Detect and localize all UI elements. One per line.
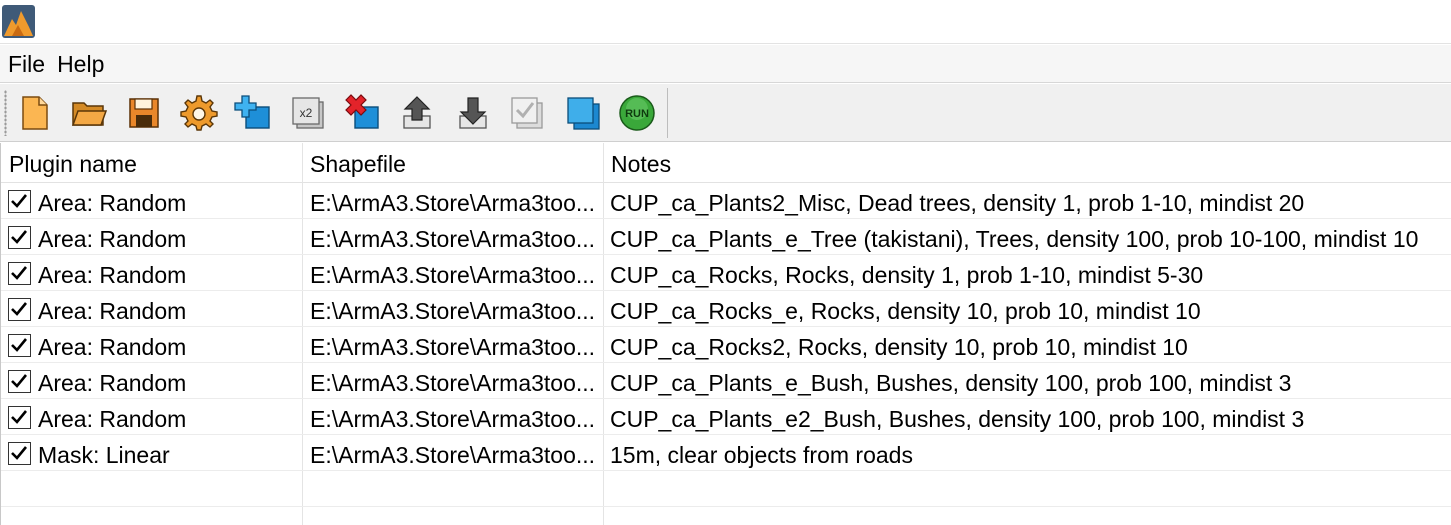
- layers-button[interactable]: [564, 94, 602, 132]
- table-row[interactable]: Area: Random E:\ArmA3.Store\Arma3too... CU…: [1, 363, 1451, 399]
- title-bar: [0, 0, 1451, 44]
- duplicate-x2-icon: x2: [292, 97, 324, 129]
- checkmark-icon: [11, 194, 28, 208]
- cell-shapefile[interactable]: E:\ArmA3.Store\Arma3too...: [310, 327, 600, 363]
- table-row[interactable]: Area: Random E:\ArmA3.Store\Arma3too... CU…: [1, 219, 1451, 255]
- settings-button[interactable]: [180, 94, 218, 132]
- menu-help[interactable]: Help: [49, 45, 108, 83]
- move-down-button[interactable]: [454, 94, 492, 132]
- row-checkbox[interactable]: [8, 370, 31, 393]
- toolbar-separator: [667, 88, 668, 138]
- checkmark-icon: [11, 446, 28, 460]
- cell-shapefile[interactable]: E:\ArmA3.Store\Arma3too...: [310, 183, 600, 219]
- cell-shapefile[interactable]: E:\ArmA3.Store\Arma3too...: [310, 435, 600, 471]
- cell-plugin-name[interactable]: Area: Random: [38, 327, 300, 363]
- cell-notes[interactable]: CUP_ca_Rocks, Rocks, density 1, prob 1-1…: [610, 255, 1450, 291]
- cell-shapefile[interactable]: E:\ArmA3.Store\Arma3too...: [310, 363, 600, 399]
- column-header-notes[interactable]: Notes: [603, 143, 1451, 181]
- move-up-icon: [403, 96, 431, 129]
- table-row[interactable]: Area: Random E:\ArmA3.Store\Arma3too... CU…: [1, 327, 1451, 363]
- checkmark-icon: [11, 266, 28, 280]
- move-down-icon: [459, 97, 487, 129]
- row-checkbox[interactable]: [8, 226, 31, 249]
- plugin-table: Plugin name Shapefile Notes Area: Random…: [0, 143, 1451, 525]
- cell-notes[interactable]: CUP_ca_Plants_e2_Bush, Bushes, density 1…: [610, 399, 1450, 435]
- cell-shapefile[interactable]: E:\ArmA3.Store\Arma3too...: [310, 255, 600, 291]
- cell-plugin-name[interactable]: Area: Random: [38, 183, 300, 219]
- checkmark-icon: [11, 410, 28, 424]
- svg-text:RUN: RUN: [625, 108, 649, 120]
- cell-plugin-name[interactable]: Mask: Linear: [38, 435, 300, 471]
- checked-stack-icon: [511, 97, 543, 129]
- run-button[interactable]: RUN: [618, 94, 656, 132]
- cell-notes[interactable]: CUP_ca_Rocks_e, Rocks, density 10, prob …: [610, 291, 1450, 327]
- table-row[interactable]: Area: Random E:\ArmA3.Store\Arma3too... CU…: [1, 399, 1451, 435]
- column-header-plugin[interactable]: Plugin name: [1, 143, 302, 181]
- row-checkbox[interactable]: [8, 262, 31, 285]
- table-row[interactable]: Area: Random E:\ArmA3.Store\Arma3too... CU…: [1, 255, 1451, 291]
- app-logo-icon: [2, 5, 35, 38]
- checkmark-icon: [11, 302, 28, 316]
- add-icon: [234, 95, 270, 129]
- row-checkbox[interactable]: [8, 190, 31, 213]
- cell-plugin-name[interactable]: Area: Random: [38, 363, 300, 399]
- gear-icon: [180, 95, 218, 131]
- column-header-shapefile[interactable]: Shapefile: [302, 143, 603, 181]
- cell-notes[interactable]: CUP_ca_Plants2_Misc, Dead trees, density…: [610, 183, 1450, 219]
- cell-plugin-name[interactable]: Area: Random: [38, 255, 300, 291]
- table-row[interactable]: Area: Random E:\ArmA3.Store\Arma3too... CU…: [1, 183, 1451, 219]
- new-button[interactable]: [16, 94, 54, 132]
- row-checkbox[interactable]: [8, 442, 31, 465]
- remove-button[interactable]: [343, 94, 381, 132]
- open-folder-icon: [71, 102, 108, 126]
- cell-notes[interactable]: CUP_ca_Rocks2, Rocks, density 10, prob 1…: [610, 327, 1450, 363]
- menu-bar: File Help: [0, 45, 1451, 83]
- save-icon: [129, 98, 159, 128]
- cell-notes[interactable]: CUP_ca_Plants_e_Tree (takistani), Trees,…: [610, 219, 1450, 255]
- run-icon: RUN: [619, 95, 655, 131]
- cell-shapefile[interactable]: E:\ArmA3.Store\Arma3too...: [310, 399, 600, 435]
- svg-text:x2: x2: [300, 106, 313, 120]
- move-up-button[interactable]: [398, 94, 436, 132]
- empty-row: [1, 471, 1451, 507]
- layers-icon: [567, 97, 600, 130]
- save-button[interactable]: [125, 94, 163, 132]
- toolbar: x2 RUN: [0, 84, 1451, 142]
- toolbar-grip[interactable]: [4, 90, 7, 136]
- table-row[interactable]: Area: Random E:\ArmA3.Store\Arma3too... CU…: [1, 291, 1451, 327]
- checkmark-icon: [11, 338, 28, 352]
- cell-plugin-name[interactable]: Area: Random: [38, 399, 300, 435]
- checkmark-icon: [11, 374, 28, 388]
- menu-file[interactable]: File: [0, 45, 49, 83]
- cell-shapefile[interactable]: E:\ArmA3.Store\Arma3too...: [310, 219, 600, 255]
- cell-plugin-name[interactable]: Area: Random: [38, 291, 300, 327]
- remove-icon: [345, 94, 379, 129]
- open-button[interactable]: [70, 94, 108, 132]
- new-file-icon: [22, 96, 48, 130]
- row-checkbox[interactable]: [8, 406, 31, 429]
- cell-notes[interactable]: CUP_ca_Plants_e_Bush, Bushes, density 10…: [610, 363, 1450, 399]
- checkmark-icon: [11, 230, 28, 244]
- add-button[interactable]: [234, 94, 272, 132]
- duplicate-button[interactable]: x2: [289, 94, 327, 132]
- cell-notes[interactable]: 15m, clear objects from roads: [610, 435, 1450, 471]
- cell-plugin-name[interactable]: Area: Random: [38, 219, 300, 255]
- table-row[interactable]: Mask: Linear E:\ArmA3.Store\Arma3too... 15…: [1, 435, 1451, 471]
- cell-shapefile[interactable]: E:\ArmA3.Store\Arma3too...: [310, 291, 600, 327]
- check-all-button[interactable]: [508, 94, 546, 132]
- row-checkbox[interactable]: [8, 298, 31, 321]
- row-checkbox[interactable]: [8, 334, 31, 357]
